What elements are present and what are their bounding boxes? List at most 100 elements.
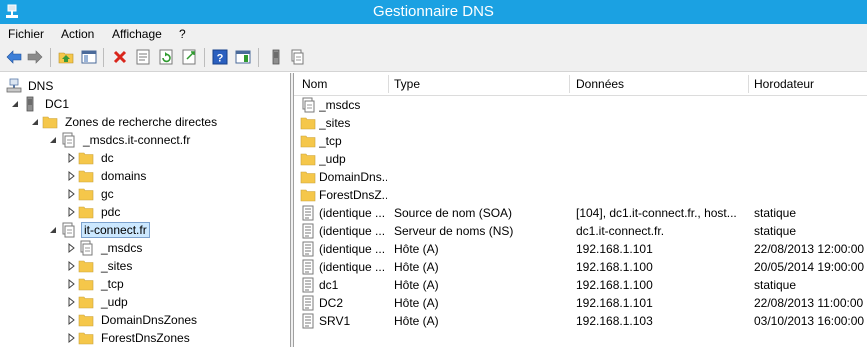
title-bar: Gestionnaire DNS — [0, 0, 867, 24]
expanded-arrow-icon[interactable] — [48, 223, 58, 237]
record-icon[interactable] — [289, 49, 305, 65]
list-row[interactable]: (identique ... Hôte (A) 192.168.1.101 22/08… — [294, 240, 867, 258]
record-icon — [302, 205, 314, 221]
tree-node-label: pdc — [101, 205, 121, 219]
list-row[interactable]: DomainDns... — [294, 168, 867, 186]
tree-node-sites[interactable]: _sites — [66, 257, 266, 275]
cell-nom: _sites — [319, 116, 351, 130]
properties-icon[interactable] — [135, 49, 151, 65]
menu-fichier[interactable]: Fichier — [8, 27, 44, 41]
expanded-arrow-icon[interactable] — [30, 115, 40, 129]
zone-icon — [80, 240, 93, 256]
zone-icon — [302, 97, 315, 113]
tree-node-server[interactable]: DC1 — [10, 95, 210, 113]
list-row[interactable]: DC2 Hôte (A) 192.168.1.101 22/08/2013 11:00… — [294, 294, 867, 312]
menu-affichage[interactable]: Affichage — [112, 27, 162, 41]
collapsed-arrow-icon[interactable] — [66, 259, 76, 273]
expanded-arrow-icon[interactable] — [10, 97, 20, 111]
tree-node-dns[interactable]: DNS — [6, 77, 206, 95]
tree-node-label: gc — [101, 187, 114, 201]
list-row[interactable]: (identique ... Hôte (A) 192.168.1.100 20/05… — [294, 258, 867, 276]
menu-action[interactable]: Action — [61, 27, 94, 41]
tree-node-dc[interactable]: dc — [66, 149, 266, 167]
tree-node-forestdnszones[interactable]: ForestDnsZones — [66, 329, 266, 347]
list-row[interactable]: _tcp — [294, 132, 867, 150]
toolbar-separator — [204, 48, 205, 67]
collapsed-arrow-icon[interactable] — [66, 187, 76, 201]
collapsed-arrow-icon[interactable] — [66, 205, 76, 219]
cell-donnees: 192.168.1.101 — [576, 296, 653, 310]
expanded-arrow-icon[interactable] — [48, 133, 58, 147]
cell-horodateur: 22/08/2013 12:00:00 — [754, 242, 865, 256]
column-header-nom[interactable]: Nom — [302, 77, 327, 91]
show-console-tree-icon[interactable] — [81, 49, 97, 65]
list-row[interactable]: _udp — [294, 150, 867, 168]
zone-icon — [62, 132, 75, 148]
records-list: Nom Type Données Horodateur _msdcs _sites… — [293, 73, 867, 347]
column-divider[interactable] — [748, 75, 749, 93]
column-header-type[interactable]: Type — [394, 77, 420, 91]
cell-nom: (identique ... — [319, 242, 386, 256]
tree-node-domaindnszones[interactable]: DomainDnsZones — [66, 311, 266, 329]
toolbar-separator — [258, 48, 259, 67]
column-header-donnees[interactable]: Données — [576, 77, 624, 91]
toolbar: ? — [0, 44, 867, 72]
tree-node-msdcs-zone[interactable]: _msdcs.it-connect.fr — [48, 131, 278, 149]
column-divider[interactable] — [388, 75, 389, 93]
folder-icon — [78, 332, 94, 345]
tree-node-msdcs[interactable]: _msdcs — [66, 239, 266, 257]
list-row[interactable]: _msdcs — [294, 96, 867, 114]
collapsed-arrow-icon[interactable] — [66, 295, 76, 309]
column-divider[interactable] — [569, 75, 570, 93]
arrow-left-icon[interactable] — [6, 49, 22, 65]
tree-node-forward-zones[interactable]: Zones de recherche directes — [30, 113, 280, 131]
show-hide-action-pane-icon[interactable] — [235, 49, 251, 65]
collapsed-arrow-icon[interactable] — [66, 151, 76, 165]
tree-node-udp[interactable]: _udp — [66, 293, 266, 311]
export-list-icon[interactable] — [181, 49, 197, 65]
record-icon — [302, 313, 314, 329]
list-row[interactable]: (identique ... Serveur de noms (NS) dc1.it… — [294, 222, 867, 240]
cell-donnees: 192.168.1.103 — [576, 314, 653, 328]
svg-text:?: ? — [217, 53, 224, 65]
tree-node-itconnect-zone[interactable]: it-connect.fr — [48, 221, 248, 239]
folder-up-icon[interactable] — [58, 49, 74, 65]
tree-node-gc[interactable]: gc — [66, 185, 266, 203]
tree-node-label: DC1 — [45, 97, 70, 111]
cell-nom: (identique ... — [319, 224, 386, 238]
cell-nom: _udp — [319, 152, 346, 166]
cell-donnees: [104], dc1.it-connect.fr., host... — [576, 206, 737, 220]
cell-horodateur: statique — [754, 206, 797, 220]
collapsed-arrow-icon[interactable] — [66, 241, 76, 255]
folder-icon — [78, 260, 94, 273]
cell-type: Hôte (A) — [394, 296, 439, 310]
collapsed-arrow-icon[interactable] — [66, 331, 76, 345]
list-row[interactable]: ForestDnsZ... — [294, 186, 867, 204]
menu-help[interactable]: ? — [179, 27, 186, 41]
cell-horodateur: statique — [754, 224, 797, 238]
list-row[interactable]: (identique ... Source de nom (SOA) [104], … — [294, 204, 867, 222]
collapsed-arrow-icon[interactable] — [66, 313, 76, 327]
window-title: Gestionnaire DNS — [373, 3, 494, 20]
folder-icon — [300, 189, 316, 202]
cell-type: Hôte (A) — [394, 278, 439, 292]
collapsed-arrow-icon[interactable] — [66, 169, 76, 183]
server-icon[interactable] — [268, 49, 284, 65]
cell-donnees: 192.168.1.101 — [576, 242, 653, 256]
cell-nom: (identique ... — [319, 206, 386, 220]
column-header-horodateur[interactable]: Horodateur — [754, 77, 814, 91]
collapsed-arrow-icon[interactable] — [66, 277, 76, 291]
cell-nom: (identique ... — [319, 260, 386, 274]
refresh-icon[interactable] — [158, 49, 174, 65]
list-row[interactable]: _sites — [294, 114, 867, 132]
list-row[interactable]: dc1 Hôte (A) 192.168.1.100 statique — [294, 276, 867, 294]
cell-horodateur: 20/05/2014 19:00:00 — [754, 260, 865, 274]
list-row[interactable]: SRV1 Hôte (A) 192.168.1.103 03/10/2013 16:0… — [294, 312, 867, 330]
folder-icon — [78, 152, 94, 165]
arrow-right-icon[interactable] — [27, 49, 43, 65]
help-icon[interactable]: ? — [212, 49, 228, 65]
tree-node-pdc[interactable]: pdc — [66, 203, 266, 221]
tree-node-tcp[interactable]: _tcp — [66, 275, 266, 293]
tree-node-domains[interactable]: domains — [66, 167, 266, 185]
delete-icon[interactable] — [112, 49, 128, 65]
